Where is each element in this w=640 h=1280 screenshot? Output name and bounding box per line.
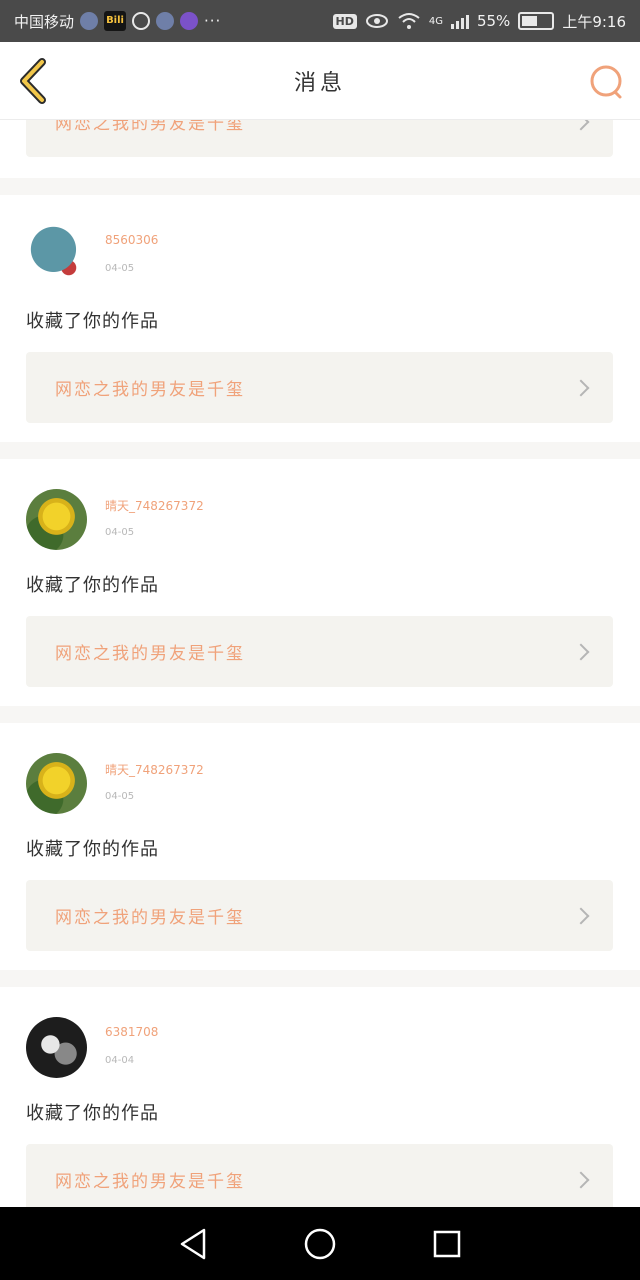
- action-text: 收藏了你的作品: [26, 1103, 159, 1124]
- date: 04-04: [105, 1055, 135, 1066]
- divider: [0, 442, 640, 459]
- date: 04-05: [105, 263, 135, 274]
- nav-home-button[interactable]: [300, 1224, 340, 1264]
- work-title: 网恋之我的男友是千玺: [55, 908, 245, 928]
- status-bar: 中国移动 Bili ··· HD 4G 55% 上午9:16: [0, 0, 640, 42]
- date: 04-05: [105, 791, 135, 802]
- app-notification-icon-3: [180, 12, 199, 30]
- divider: [0, 178, 640, 195]
- wifi-icon: [398, 13, 420, 29]
- battery-icon: [518, 12, 555, 30]
- status-left: 中国移动 Bili ···: [14, 11, 221, 32]
- chevron-right-icon: [572, 1171, 590, 1188]
- notification-card: 8560306 04-05 收藏了你的作品 网恋之我的男友是千玺: [0, 195, 640, 442]
- avatar[interactable]: [26, 225, 87, 286]
- action-text: 收藏了你的作品: [26, 575, 159, 596]
- carrier-name: 中国移动: [14, 12, 75, 31]
- battery-fill: [522, 16, 538, 26]
- triangle-back-icon: [181, 1228, 206, 1259]
- work-title: 网恋之我的男友是千玺: [55, 380, 245, 400]
- work-link[interactable]: 网恋之我的男友是千玺: [26, 616, 613, 687]
- notification-card: 晴天_748267372 04-05 收藏了你的作品 网恋之我的男友是千玺: [0, 723, 640, 970]
- square-recents-icon: [433, 1230, 460, 1257]
- action-text: 收藏了你的作品: [26, 839, 159, 860]
- message-list[interactable]: 网恋之我的男友是千玺 8560306 04-05 收藏了你的作品 网恋之我的男友…: [0, 120, 640, 1207]
- avatar[interactable]: [26, 1017, 87, 1078]
- work-link[interactable]: 网恋之我的男友是千玺: [26, 880, 613, 951]
- divider: [0, 970, 640, 987]
- work-title: 网恋之我的男友是千玺: [55, 120, 245, 134]
- work-title: 网恋之我的男友是千玺: [55, 644, 245, 664]
- clock: 上午9:16: [562, 12, 626, 31]
- back-icon[interactable]: [14, 58, 54, 104]
- work-link[interactable]: 网恋之我的男友是千玺: [26, 120, 613, 157]
- bilibili-icon: Bili: [104, 11, 127, 31]
- nav-back-button[interactable]: [173, 1224, 213, 1264]
- chevron-right-icon: [572, 120, 590, 130]
- page-title: 消息: [293, 70, 346, 96]
- username[interactable]: 6381708: [105, 1025, 158, 1039]
- nav-recents-button[interactable]: [427, 1224, 467, 1264]
- date: 04-05: [105, 527, 135, 538]
- wechat-icon: [132, 12, 151, 30]
- avatar[interactable]: [26, 753, 87, 814]
- divider: [0, 706, 640, 723]
- avatar[interactable]: [26, 489, 87, 550]
- signal-icon: [450, 13, 469, 29]
- network-type: 4G: [428, 15, 443, 27]
- username[interactable]: 晴天_748267372: [105, 761, 204, 778]
- work-link[interactable]: 网恋之我的男友是千玺: [26, 352, 613, 423]
- work-link[interactable]: 网恋之我的男友是千玺: [26, 1144, 613, 1207]
- status-right: HD 4G 55% 上午9:16: [332, 11, 626, 32]
- hd-badge: HD: [332, 13, 357, 29]
- username[interactable]: 晴天_748267372: [105, 497, 204, 514]
- notification-card: 晴天_748267372 04-05 收藏了你的作品 网恋之我的男友是千玺: [0, 459, 640, 706]
- app-notification-icon: [80, 12, 99, 30]
- chevron-right-icon: [572, 907, 590, 924]
- username[interactable]: 8560306: [105, 233, 158, 247]
- battery-percent: 55%: [476, 12, 511, 30]
- chevron-right-icon: [572, 379, 590, 396]
- search-icon[interactable]: [588, 64, 624, 100]
- notification-card: 6381708 04-04 收藏了你的作品 网恋之我的男友是千玺: [0, 987, 640, 1207]
- circle-home-icon: [304, 1228, 336, 1259]
- header: 消息: [0, 42, 640, 120]
- eye-icon: [365, 14, 388, 28]
- action-text: 收藏了你的作品: [26, 311, 159, 332]
- app-notification-icon-2: [156, 12, 175, 30]
- work-title: 网恋之我的男友是千玺: [55, 1172, 245, 1192]
- navigation-bar: [0, 1207, 640, 1280]
- more-notifications-icon: ···: [204, 12, 222, 30]
- previous-notification-card: 网恋之我的男友是千玺: [0, 120, 640, 178]
- chevron-right-icon: [572, 643, 590, 660]
